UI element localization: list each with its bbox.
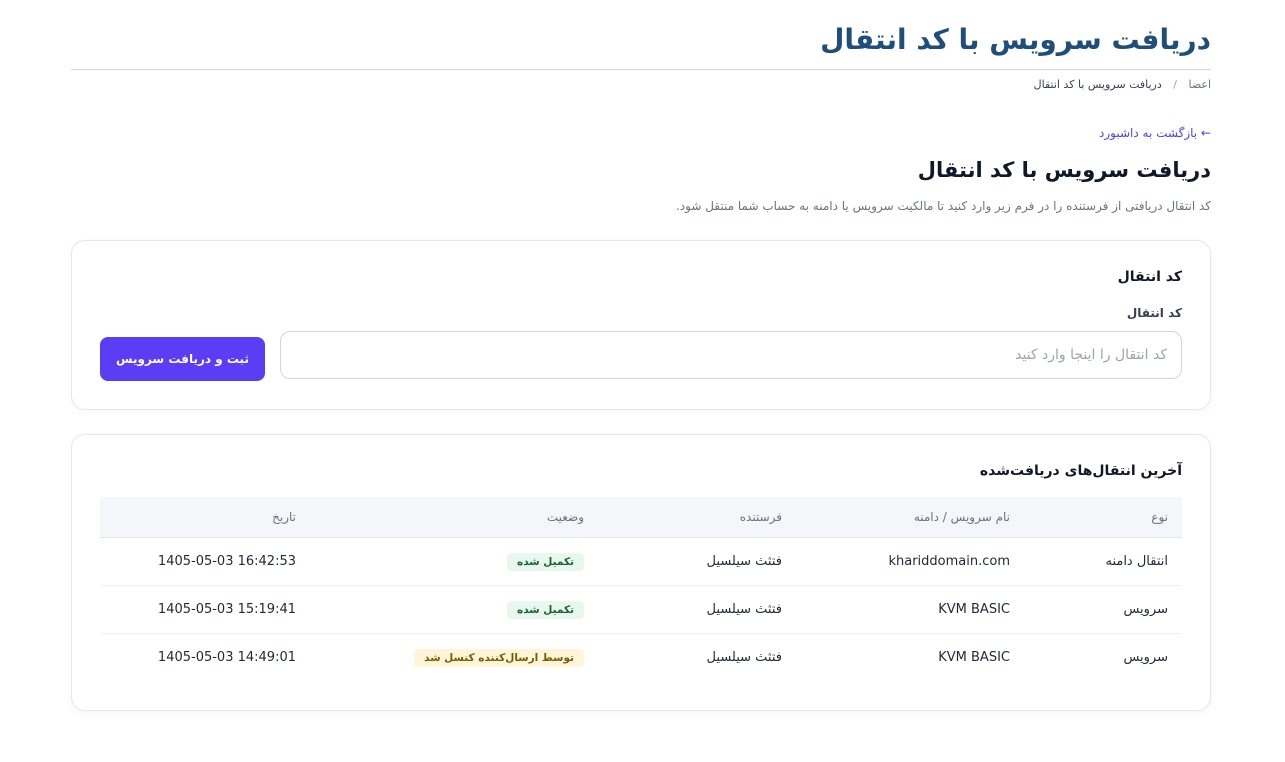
cell-type: سرویس xyxy=(1123,650,1168,665)
cell-sender: فتثث سیلسیل xyxy=(706,650,782,665)
column-header-status: وضعیت xyxy=(310,497,598,538)
transfers-table: نوع نام سرویس / دامنه فرستنده وضعیت تاری… xyxy=(100,497,1182,681)
cell-type: سرویس xyxy=(1024,585,1182,634)
table-row: سرویس KVM BASIC فتثث سیلسیل توسط ارسال‌ک… xyxy=(100,634,1182,682)
breadcrumb-item-current: دریافت سرویس با کد انتقال xyxy=(1033,78,1162,91)
breadcrumb-separator: / xyxy=(1173,78,1177,91)
table-row: انتقال دامنه khariddomain.com فتثث سیلسی… xyxy=(100,537,1182,586)
status-badge: توسط ارسال‌کننده کنسل شد xyxy=(414,648,584,667)
section-title: دریافت سرویس با کد انتقال xyxy=(917,158,1211,182)
column-header-date: تاریخ xyxy=(100,497,310,538)
date-text: 1405-05-03 15:19:41 xyxy=(157,602,296,617)
cell-service: khariddomain.com xyxy=(796,537,1024,586)
submit-receive-service-button[interactable]: ثبت و دریافت سرویس xyxy=(100,337,265,381)
recent-transfers-heading: آخرین انتقال‌های دریافت‌شده xyxy=(979,463,1182,479)
transfer-code-card: کد انتقال کد انتقال ثبت و دریافت سرویس xyxy=(71,240,1211,410)
status-badge: تکمیل شده xyxy=(507,552,584,571)
page: دریافت سرویس با کد انتقال اعضا / دریافت … xyxy=(0,0,1285,762)
table-row: سرویس KVM BASIC فتثث سیلسیل تکمیل شده 14… xyxy=(100,585,1182,634)
back-to-dashboard-link[interactable]: ← بازگشت به داشبورد xyxy=(1099,126,1211,140)
cell-sender: فتثث سیلسیل xyxy=(598,537,796,586)
column-header-service: نام سرویس / دامنه xyxy=(796,497,1024,538)
breadcrumb: اعضا / دریافت سرویس با کد انتقال xyxy=(71,77,1211,93)
status-badge: تکمیل شده xyxy=(507,600,584,619)
cell-status: تکمیل شده xyxy=(310,585,598,634)
transfer-code-heading: کد انتقال xyxy=(1117,269,1182,285)
page-title: دریافت سرویس با کد انتقال xyxy=(820,23,1211,56)
recent-transfers-card: آخرین انتقال‌های دریافت‌شده نوع نام سروی… xyxy=(71,434,1211,711)
date-text: 1405-05-03 14:49:01 xyxy=(157,650,296,665)
table-header-row: نوع نام سرویس / دامنه فرستنده وضعیت تاری… xyxy=(100,497,1182,538)
section-description: کد انتقال دریافتی از فرستنده را در فرم ز… xyxy=(675,199,1211,213)
transfer-code-label: کد انتقال xyxy=(1126,306,1182,320)
header-divider xyxy=(71,69,1211,70)
transfer-code-input[interactable] xyxy=(280,331,1182,379)
page-header: دریافت سرویس با کد انتقال xyxy=(71,18,1211,62)
cell-type: انتقال دامنه xyxy=(1024,537,1182,586)
cell-service: KVM BASIC xyxy=(796,585,1024,634)
cell-date: 1405-05-03 14:49:01 xyxy=(100,634,310,682)
date-text: 1405-05-03 16:42:53 xyxy=(157,554,296,569)
cell-sender: فتثث سیلسیل xyxy=(598,585,796,634)
breadcrumb-item-members[interactable]: اعضا xyxy=(1188,78,1211,91)
cell-date: 1405-05-03 16:42:53 xyxy=(100,537,310,586)
column-header-sender: فرستنده xyxy=(598,497,796,538)
cell-status: تکمیل شده xyxy=(310,537,598,586)
cell-date: 1405-05-03 15:19:41 xyxy=(100,585,310,634)
column-header-type: نوع xyxy=(1024,497,1182,538)
cell-service: KVM BASIC xyxy=(938,650,1010,665)
cell-status: توسط ارسال‌کننده کنسل شد xyxy=(310,634,598,682)
